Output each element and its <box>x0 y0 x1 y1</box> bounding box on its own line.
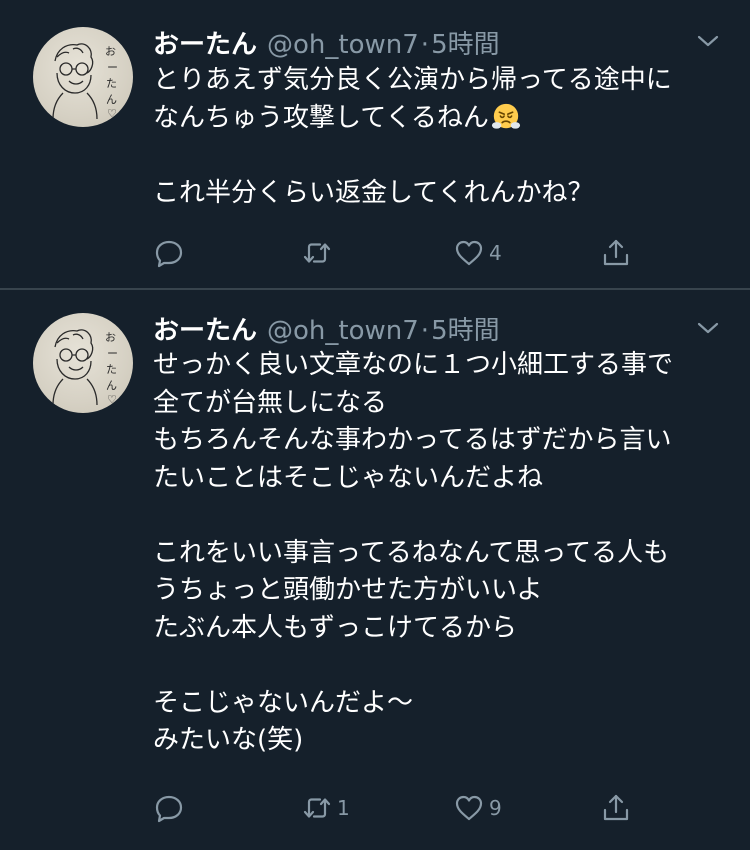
tweet-actions: 1 9 <box>153 791 643 825</box>
like-icon <box>455 240 483 266</box>
text-line: たぶん本人もずっこけてるから <box>153 612 518 643</box>
reply-button[interactable] <box>153 236 189 270</box>
avatar[interactable]: お ー た ん ♡ <box>33 27 133 127</box>
svg-text:お: お <box>105 331 116 344</box>
retweet-icon <box>303 243 331 263</box>
author-name[interactable]: おーたん <box>153 24 257 61</box>
svg-text:ん: ん <box>106 93 117 106</box>
svg-text:た: た <box>106 77 117 90</box>
tweet-actions: 4 <box>153 236 643 270</box>
chevron-down-icon[interactable] <box>696 320 720 336</box>
share-icon <box>603 794 629 821</box>
separator-dot: · <box>420 316 430 346</box>
text-line: 全てが台無しになる <box>153 387 388 418</box>
like-button[interactable]: 9 <box>453 791 502 825</box>
like-icon <box>455 795 483 821</box>
timestamp[interactable]: 5時間 <box>431 24 500 61</box>
text-line: うちょっと頭働かせた方がいいよ <box>153 575 543 605</box>
text-line: もちろんそんな事わかってるはずだから言い <box>153 425 672 455</box>
svg-text:た: た <box>106 363 117 376</box>
share-icon <box>603 239 629 266</box>
svg-text:お: お <box>105 45 116 58</box>
author-handle[interactable]: @oh_town7 <box>267 316 419 346</box>
svg-text:♡: ♡ <box>107 393 117 406</box>
share-button[interactable] <box>600 236 632 270</box>
tweet-text: とりあえず気分良く公演から帰ってる途中に なんちゅう攻撃してくるねん これ半分く… <box>153 62 733 212</box>
text-line-content: なんちゅう攻撃してくるねん <box>153 102 489 133</box>
svg-text:ー: ー <box>107 347 118 360</box>
retweet-button[interactable] <box>301 236 337 270</box>
svg-text:ー: ー <box>107 61 118 74</box>
like-count: 4 <box>489 241 502 265</box>
tweet-header: おーたん @oh_town7 · 5時間 <box>153 310 500 347</box>
reply-icon <box>155 795 183 823</box>
svg-text:ん: ん <box>106 379 117 392</box>
separator-dot: · <box>420 30 430 60</box>
like-count: 9 <box>489 796 502 820</box>
face-with-steam-from-nose-emoji-icon <box>491 103 520 129</box>
svg-text:♡: ♡ <box>107 107 117 120</box>
timestamp[interactable]: 5時間 <box>431 310 500 347</box>
tweet-header: おーたん @oh_town7 · 5時間 <box>153 24 500 61</box>
text-line: みたいな(笑) <box>153 725 304 755</box>
share-button[interactable] <box>600 791 632 825</box>
text-line: たいことはそこじゃないんだよね <box>153 462 544 493</box>
tweet[interactable]: お ー た ん ♡ おーたん @oh_town7 · 5時間 せっかく良い文章な… <box>0 290 750 850</box>
author-handle[interactable]: @oh_town7 <box>267 30 419 60</box>
tweet[interactable]: お ー た ん ♡ おーたん @oh_town7 · 5時間 とりあえず気分良く… <box>0 0 750 288</box>
reply-button[interactable] <box>153 791 189 825</box>
text-line: せっかく良い文章なのに１つ小細工する事で <box>153 350 674 380</box>
tweet-text: せっかく良い文章なのに１つ小細工する事で 全てが台無しになる もちろんそんな事わ… <box>153 347 733 760</box>
avatar[interactable]: お ー た ん ♡ <box>33 313 133 413</box>
reply-icon <box>155 240 183 268</box>
author-name[interactable]: おーたん <box>153 310 257 347</box>
retweet-count: 1 <box>337 796 350 820</box>
text-line: これ半分くらい返金してくれんかね？ <box>153 177 594 208</box>
retweet-icon <box>303 798 331 818</box>
text-line: そこじゃないんだよ〜 <box>153 687 414 718</box>
like-button[interactable]: 4 <box>453 236 502 270</box>
retweet-button[interactable]: 1 <box>301 791 350 825</box>
text-line: これをいい事言ってるねなんて思ってる人も <box>153 537 670 568</box>
chevron-down-icon[interactable] <box>696 33 720 49</box>
text-line: とりあえず気分良く公演から帰ってる途中に <box>153 65 672 95</box>
text-line: なんちゅう攻撃してくるねん <box>153 100 733 138</box>
